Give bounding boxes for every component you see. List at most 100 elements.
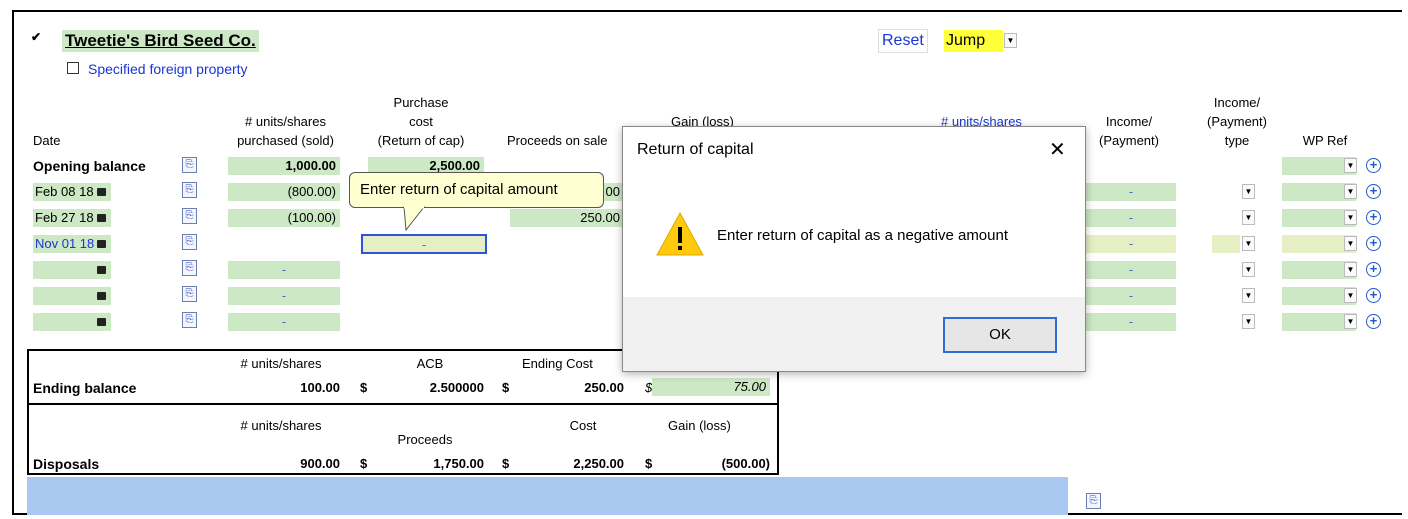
wpref-dropdown-icon[interactable]: ▼ [1344,314,1357,329]
foreign-property-label[interactable]: Specified foreign property [88,61,248,77]
units-field[interactable]: (100.00) [228,209,340,227]
units-field[interactable]: - [228,261,340,279]
warning-icon [656,211,704,256]
income-field[interactable]: - [1086,209,1176,227]
disposals-gain: (500.00) [721,456,770,471]
row-detail-icon[interactable]: ⎘ [182,157,197,173]
ok-button[interactable]: OK [943,317,1057,353]
wpref-dropdown-icon[interactable]: ▼ [1344,158,1357,173]
dialog-title: Return of capital [637,141,754,158]
disposals-units: 900.00 [300,456,340,471]
tooltip-pointer [403,206,426,232]
ending-units: 100.00 [300,380,340,395]
date-value: Nov 01 18 [35,236,95,251]
jump-dropdown-icon[interactable]: ▼ [1004,33,1017,48]
col-proceeds: Proceeds on sale [507,133,608,148]
currency-symbol: $ [360,456,368,471]
close-icon[interactable]: ✕ [1049,137,1066,162]
disposals-proceeds: 1,750.00 [433,456,484,471]
row-detail-icon[interactable]: ⎘ [182,234,197,250]
row-detail-icon[interactable]: ⎘ [182,208,197,224]
wpref-dropdown-icon[interactable]: ▼ [1344,288,1357,303]
wpref-dropdown-icon[interactable]: ▼ [1344,262,1357,277]
units-field[interactable]: - [228,313,340,331]
disposals-label: Disposals [33,456,100,472]
type-dropdown-icon[interactable]: ▼ [1242,288,1255,303]
add-icon[interactable]: + [1366,210,1381,225]
wpref-dropdown-icon[interactable]: ▼ [1344,184,1357,199]
col-units-l2: purchased (sold) [237,133,334,148]
disposals-h-cost: Cost [569,418,597,433]
type-field[interactable] [1212,235,1240,253]
foreign-property-checkbox[interactable] [67,62,79,74]
return-of-capital-tooltip: Enter return of capital amount [349,172,604,208]
wpref-dropdown-icon[interactable]: ▼ [1344,210,1357,225]
row-detail-icon[interactable]: ⎘ [182,286,197,302]
ending-cost: 250.00 [584,380,624,395]
proceeds-field[interactable]: 250.00 [510,209,624,227]
reset-button[interactable]: Reset [878,29,928,53]
date-field[interactable]: Feb 27 18 [33,209,111,227]
type-dropdown-icon[interactable]: ▼ [1242,314,1255,329]
currency-symbol: $ [360,380,368,395]
col-units-l1: # units/shares [245,114,326,129]
date-value: Feb 08 18 [35,184,94,199]
add-icon[interactable]: + [1366,236,1381,251]
return-of-capital-input[interactable]: - [361,234,487,254]
type-dropdown-icon[interactable]: ▼ [1242,236,1255,251]
row-detail-icon[interactable]: ⎘ [182,312,197,328]
jump-button[interactable]: Jump [944,30,1004,52]
date-field[interactable]: Nov 01 18 [33,235,111,253]
disposals-cost: 2,250.00 [573,456,624,471]
col-purchase-l3: (Return of cap) [377,133,465,148]
add-icon[interactable]: + [1366,184,1381,199]
calendar-icon[interactable] [97,214,106,222]
currency-symbol: $ [502,456,510,471]
col-purchase-l1: Purchase [393,95,449,110]
row-detail-icon[interactable]: ⎘ [182,182,197,198]
date-field[interactable]: Feb 08 18 [33,183,111,201]
company-title[interactable]: Tweetie's Bird Seed Co. [62,30,259,52]
add-icon[interactable]: + [1366,314,1381,329]
wpref-dropdown-icon[interactable]: ▼ [1344,236,1357,251]
income-field[interactable]: - [1086,313,1176,331]
calendar-icon[interactable] [97,240,106,248]
col-wpref: WP Ref [1302,133,1348,148]
ending-balance-label: Ending balance [33,380,137,396]
units-field[interactable]: (800.00) [228,183,340,201]
date-field[interactable] [33,313,111,331]
date-field[interactable] [33,261,111,279]
row-detail-icon[interactable]: ⎘ [182,260,197,276]
col-date: Date [33,133,61,148]
income-field[interactable]: - [1086,183,1176,201]
calendar-icon[interactable] [97,188,106,196]
income-field[interactable]: - [1086,287,1176,305]
opening-balance-label: Opening balance [33,158,146,174]
row-detail-icon[interactable]: ⎘ [1086,493,1101,509]
col-purchase-l2: cost [409,114,433,129]
income-field[interactable]: - [1086,235,1176,253]
ending-h-units: # units/shares [240,356,322,371]
type-dropdown-icon[interactable]: ▼ [1242,262,1255,277]
date-value: Feb 27 18 [35,210,94,225]
income-field[interactable]: - [1086,261,1176,279]
return-of-capital-dialog: Return of capital ✕ Enter return of capi… [622,126,1086,372]
opening-units[interactable]: 1,000.00 [228,157,340,175]
company-checkbox[interactable]: ✔ [30,31,42,44]
units-field[interactable]: - [228,287,340,305]
col-income-l2: (Payment) [1099,133,1159,148]
calendar-icon[interactable] [97,292,106,300]
add-icon[interactable]: + [1366,288,1381,303]
add-icon[interactable]: + [1366,158,1381,173]
summary-bar [27,477,1068,515]
calendar-icon[interactable] [97,318,106,326]
summary-divider [27,403,779,405]
type-dropdown-icon[interactable]: ▼ [1242,210,1255,225]
type-dropdown-icon[interactable]: ▼ [1242,184,1255,199]
date-field[interactable] [33,287,111,305]
calendar-icon[interactable] [97,266,106,274]
col-type-l2: (Payment) [1207,114,1267,129]
add-icon[interactable]: + [1366,262,1381,277]
currency-symbol: $ [502,380,510,395]
disposals-h-units: # units/shares [240,418,322,433]
